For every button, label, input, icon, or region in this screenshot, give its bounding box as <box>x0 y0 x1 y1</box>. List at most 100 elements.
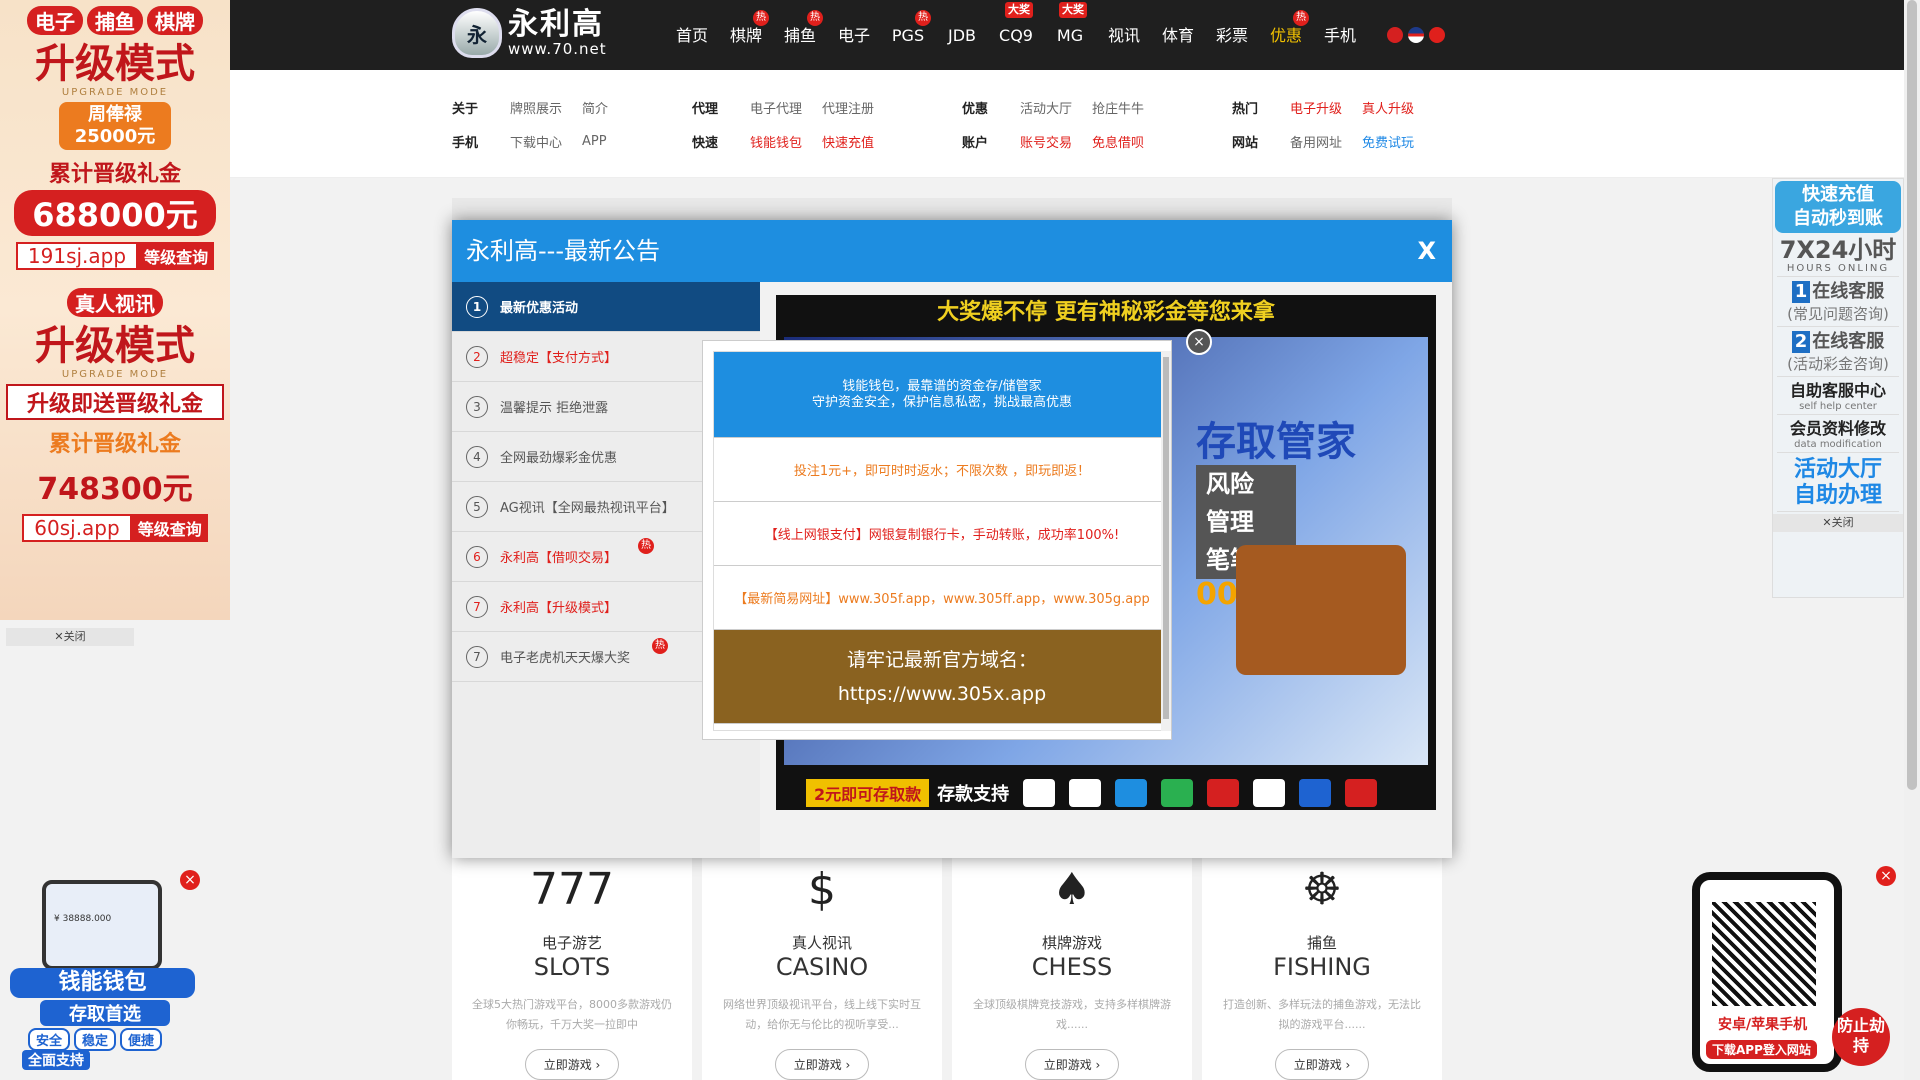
submenu-link[interactable]: APP <box>582 134 607 149</box>
submenu-link[interactable]: 活动大厅 <box>1020 98 1072 117</box>
ad-query-button[interactable]: 等级查询 <box>138 242 215 270</box>
nav-item-slots[interactable]: 电子 <box>827 0 881 70</box>
data-modification[interactable]: 会员资料修改 data modification <box>1777 417 1899 453</box>
right-float-ad: 快速充值 自动秒到账 7X24小时 HOURS ONLING 1 在线客服 (常见问题咨… <box>1772 178 1904 598</box>
submenu-link[interactable]: 代理注册 <box>822 98 874 117</box>
submenu-head: 优惠 <box>962 101 989 117</box>
modal-header: 永利高---最新公告 X <box>452 220 1452 282</box>
card-title-cn: 电子游艺 <box>541 934 602 952</box>
nav-item-promo[interactable]: 优惠热 <box>1259 0 1313 70</box>
submenu-link[interactable]: 快速充值 <box>822 132 874 151</box>
card-title-cn: 棋牌游戏 <box>1041 934 1102 952</box>
right-ad-close-button[interactable]: ✕关闭 <box>1773 514 1903 532</box>
play-button[interactable]: 立即游戏 › <box>1024 1049 1120 1080</box>
nav-item-home[interactable]: 首页 <box>665 0 719 70</box>
app-ad-close-icon[interactable]: × <box>1876 866 1896 886</box>
play-button[interactable]: 立即游戏 › <box>774 1049 870 1080</box>
wallet-tag: 便捷 <box>120 1028 163 1051</box>
submenu-group-agent: 代理 电子代理 代理注册 快速 钱能钱包 快速充值 <box>692 90 894 158</box>
popup-row-urls[interactable]: 【最新简易网址】www.305f.app，www.305ff.app，www.3… <box>714 566 1170 630</box>
ad-en: UPGRADE MODE <box>61 87 169 98</box>
nav-item-mobile[interactable]: 手机 <box>1313 0 1367 70</box>
submenu-link[interactable]: 钱能钱包 <box>750 132 802 151</box>
card-slots[interactable]: 777 电子游艺 SLOTS 全球5大热门游戏平台，8000多款游戏仍你畅玩，千… <box>452 850 692 1080</box>
play-button[interactable]: 立即游戏 › <box>1274 1049 1370 1080</box>
ad-domain[interactable]: 191sj.app <box>15 242 139 270</box>
hk-flag-icon[interactable] <box>1387 27 1403 43</box>
nav-item-live[interactable]: 视讯 <box>1097 0 1151 70</box>
nav-item-chess[interactable]: 棋牌热 <box>719 0 773 70</box>
hot-badge: 热 <box>638 538 654 554</box>
submenu-link[interactable]: 牌照展示 <box>510 98 562 117</box>
jackpot-badge: 大奖 <box>1005 2 1033 18</box>
nav-item-mg[interactable]: MG 大奖 <box>1043 0 1097 70</box>
submenu-link[interactable]: 真人升级 <box>1362 98 1414 117</box>
wallet-tag: 稳定 <box>74 1028 117 1051</box>
ad-box-amount: 25000元 <box>74 126 156 147</box>
logo-shield-icon: 永 <box>452 8 502 58</box>
ad-amount: 688000元 <box>14 190 216 236</box>
ad-box-label: 周俸禄 <box>88 104 142 125</box>
submenu-link[interactable]: 免息借呗 <box>1092 132 1144 151</box>
card-title-cn: 捕鱼 <box>1306 934 1337 952</box>
ad-subtitle: 累计晋级礼金 <box>48 162 181 187</box>
left-float-ad[interactable]: 电子 捕鱼 棋牌 升级模式 UPGRADE MODE 周俸禄 25000元 累计晋级礼… <box>0 0 230 620</box>
submenu-head: 网站 <box>1232 135 1259 151</box>
hot-badge: 热 <box>915 10 931 26</box>
left-ad-close-button[interactable]: ✕关闭 <box>6 628 134 646</box>
nav-item-jdb[interactable]: JDB <box>935 0 989 70</box>
submenu-link[interactable]: 免费试玩 <box>1362 132 1414 151</box>
yunpay-icon <box>1207 778 1240 807</box>
submenu-head: 账户 <box>962 135 989 151</box>
nav-item-sports[interactable]: 体育 <box>1151 0 1205 70</box>
submenu-link[interactable]: 下载中心 <box>510 132 562 151</box>
submenu-link[interactable]: 账号交易 <box>1020 132 1072 151</box>
quick-recharge-button[interactable]: 快速充值 自动秒到账 <box>1775 181 1901 233</box>
self-help-center[interactable]: 自助客服中心 self help center <box>1777 379 1899 415</box>
modal-close-button[interactable]: X <box>1417 220 1436 282</box>
promo-big-text: 存取管家 <box>1196 419 1356 465</box>
card-chess[interactable]: ♠ 棋牌游戏 CHESS 全球顶级棋牌竞技游戏，支持多样棋牌游戏...... 立… <box>952 850 1192 1080</box>
popup-scroll-thumb[interactable] <box>1163 357 1169 719</box>
play-button[interactable]: 立即游戏 › <box>524 1049 620 1080</box>
bank-card-icon <box>1069 778 1102 807</box>
submenu-link[interactable]: 电子代理 <box>750 98 802 117</box>
tab-latest-promo[interactable]: 1 最新优惠活动 <box>452 282 760 332</box>
card-fishing[interactable]: ☸ 捕鱼 FISHING 打造创新、多样玩法的捕鱼游戏，无法比拟的游戏平台...… <box>1202 850 1442 1080</box>
card-title-cn: 真人视讯 <box>791 934 852 952</box>
jackpot-badge: 大奖 <box>1059 2 1087 18</box>
wallet-ad[interactable]: ¥ 38888.000 钱能钱包 存取首选 安全 稳定 便捷 全面支持 <box>0 870 200 1080</box>
popup-close-icon[interactable]: × <box>1186 329 1212 355</box>
cn-flag-icon[interactable] <box>1429 27 1445 43</box>
activity-hall[interactable]: 活动大厅 自助办理 <box>1777 455 1899 512</box>
submenu-link[interactable]: 备用网址 <box>1290 132 1342 151</box>
card-title-en: CASINO <box>775 953 869 981</box>
nav-item-pgs[interactable]: PGS 热 <box>881 0 935 70</box>
page-scroll-thumb[interactable] <box>1907 0 1917 790</box>
ad-chip: 电子 <box>27 6 83 35</box>
submenu-link[interactable]: 电子升级 <box>1290 98 1342 117</box>
promo-headline: 大奖爆不停 更有神秘彩金等您来拿 <box>937 300 1275 325</box>
nav-item-lottery[interactable]: 彩票 <box>1205 0 1259 70</box>
alipay-icon <box>1115 778 1148 807</box>
online-service-2[interactable]: 2 在线客服 (活动彩金咨询) <box>1777 329 1899 377</box>
hot-badge: 热 <box>1293 10 1309 26</box>
wallet-ad-close-icon[interactable]: × <box>180 870 200 890</box>
online-service-1[interactable]: 1 在线客服 (常见问题咨询) <box>1777 279 1899 327</box>
ad-query-button[interactable]: 等级查询 <box>131 514 208 542</box>
top-navbar: 永 永利高 www.70.net 首页 棋牌热 捕鱼热 电子 PGS 热 JDB … <box>0 0 1920 70</box>
nav-item-fishing[interactable]: 捕鱼热 <box>773 0 827 70</box>
site-logo[interactable]: 永 永利高 www.70.net <box>452 8 607 58</box>
submenu-link[interactable]: 抢庄牛牛 <box>1092 98 1144 117</box>
casino-chip-icon: $ <box>808 864 836 915</box>
qr-code <box>1712 902 1816 1006</box>
card-desc: 全球顶级棋牌竞技游戏，支持多样棋牌游戏...... <box>973 998 1171 1031</box>
nav-item-cq9[interactable]: CQ9 大奖 <box>989 0 1043 70</box>
card-casino[interactable]: $ 真人视讯 CASINO 网络世界顶级视讯平台，线上线下实时互动，给你无与伦比… <box>702 850 942 1080</box>
us-flag-icon[interactable] <box>1408 27 1424 43</box>
submenu-link[interactable]: 简介 <box>582 98 608 117</box>
popup-row-domain[interactable]: 请牢记最新官方域名： https://www.305x.app <box>714 630 1170 724</box>
ad-banner: 升级即送晋级礼金 <box>6 384 224 420</box>
app-download-ad[interactable]: 安卓/苹果手机 下载APP登入网站 防止劫持 <box>1692 868 1902 1080</box>
ad-domain[interactable]: 60sj.app <box>22 514 132 542</box>
